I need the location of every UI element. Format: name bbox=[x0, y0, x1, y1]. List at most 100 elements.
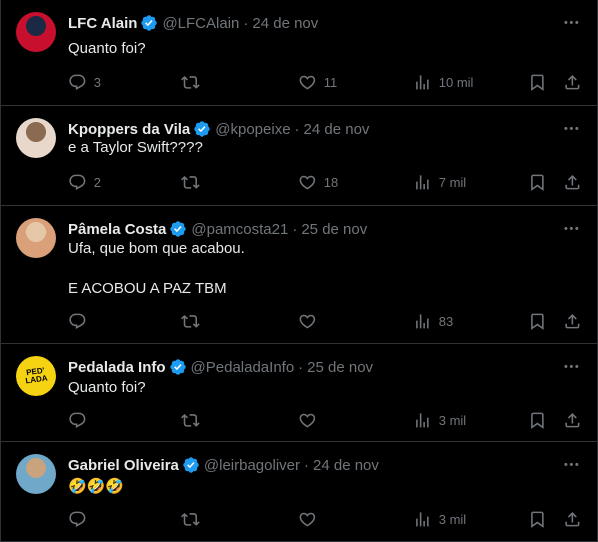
tweet-actions: 2 18 7 mil bbox=[1, 173, 597, 193]
display-name[interactable]: Kpoppers da Vila bbox=[68, 121, 190, 138]
tweet-actions: 3 mil bbox=[1, 411, 597, 431]
verified-badge-icon bbox=[183, 457, 199, 473]
user-handle[interactable]: @kpopeixe bbox=[215, 121, 290, 138]
verified-badge-icon bbox=[141, 15, 158, 31]
reply-icon bbox=[69, 74, 86, 90]
display-name[interactable]: Pedalada Info bbox=[68, 359, 166, 376]
bookmark-icon bbox=[531, 74, 544, 91]
share-button[interactable] bbox=[563, 173, 582, 192]
reply-button[interactable] bbox=[68, 411, 94, 430]
tweet-actions: 83 bbox=[1, 312, 597, 332]
views-icon bbox=[416, 512, 429, 527]
like-count: 11 bbox=[323, 74, 338, 90]
avatar[interactable] bbox=[16, 454, 56, 494]
tweet-text: Ufa, que bom que acabou. E ACOBOU A PAZ T… bbox=[68, 239, 245, 299]
retweet-button[interactable] bbox=[181, 173, 207, 192]
retweet-icon bbox=[181, 513, 200, 526]
reply-feed: LFC Alain @LFCAlain · 24 de nov Quanto foi? 3… bbox=[0, 0, 598, 542]
tweet-actions: 3 mil bbox=[1, 510, 597, 530]
more-options-button[interactable] bbox=[561, 356, 581, 376]
share-icon bbox=[565, 413, 580, 428]
user-handle[interactable]: @pamcosta21 bbox=[191, 221, 288, 238]
views-count: 3 mil bbox=[438, 511, 467, 527]
more-options-button[interactable] bbox=[561, 218, 581, 238]
avatar[interactable] bbox=[16, 118, 56, 158]
reply-button[interactable] bbox=[68, 312, 94, 331]
avatar[interactable] bbox=[16, 12, 56, 52]
share-icon bbox=[565, 512, 580, 527]
separator-dot: · bbox=[243, 14, 249, 32]
tweet-text-line bbox=[68, 259, 245, 279]
retweet-button[interactable] bbox=[181, 312, 207, 331]
reply-tweet[interactable]: Kpoppers da Vila @kpopeixe · 24 de nov e a T… bbox=[1, 106, 597, 206]
tweet-date[interactable]: 25 de nov bbox=[301, 221, 367, 238]
user-handle[interactable]: @leirbagoliver bbox=[204, 457, 300, 474]
tweet-header: Gabriel Oliveira @leirbagoliver · 24 de nov bbox=[68, 455, 379, 475]
views-button[interactable]: 3 mil bbox=[413, 411, 466, 430]
display-name[interactable]: LFC Alain bbox=[68, 15, 137, 32]
like-button[interactable] bbox=[298, 510, 324, 529]
tweet-date[interactable]: 24 de nov bbox=[304, 121, 370, 138]
tweet-header: LFC Alain @LFCAlain · 24 de nov bbox=[68, 13, 318, 33]
retweet-button[interactable] bbox=[181, 73, 207, 92]
reply-button[interactable] bbox=[68, 510, 94, 529]
reply-tweet[interactable]: Gabriel Oliveira @leirbagoliver · 24 de nov… bbox=[1, 442, 597, 542]
tweet-text: e a Taylor Swift???? bbox=[68, 138, 203, 158]
share-button[interactable] bbox=[563, 411, 582, 430]
like-button[interactable]: 18 bbox=[298, 173, 338, 192]
retweet-button[interactable] bbox=[181, 510, 207, 529]
display-name[interactable]: Gabriel Oliveira bbox=[68, 457, 179, 474]
avatar[interactable]: PED' LADA bbox=[16, 356, 56, 396]
user-handle[interactable]: @PedaladaInfo bbox=[191, 359, 295, 376]
tweet-text: 🤣🤣🤣 bbox=[68, 477, 124, 497]
like-button[interactable]: 11 bbox=[298, 73, 337, 92]
verified-badge-icon bbox=[194, 121, 210, 137]
reply-button[interactable]: 2 bbox=[68, 173, 101, 192]
avatar-logo-text: PED' LADA bbox=[16, 356, 56, 396]
tweet-header: Pâmela Costa @pamcosta21 · 25 de nov bbox=[68, 219, 367, 239]
share-icon bbox=[565, 175, 580, 190]
reply-tweet[interactable]: Pâmela Costa @pamcosta21 · 25 de nov Ufa, qu… bbox=[1, 206, 597, 344]
more-dots-icon bbox=[563, 462, 579, 466]
user-handle[interactable]: @LFCAlain bbox=[162, 15, 239, 32]
more-options-button[interactable] bbox=[561, 454, 581, 474]
share-button[interactable] bbox=[563, 73, 582, 92]
verified-badge-icon bbox=[169, 359, 186, 375]
tweet-date[interactable]: 24 de nov bbox=[313, 457, 379, 474]
views-button[interactable]: 83 bbox=[413, 312, 453, 331]
tweet-text-line: Quanto foi? bbox=[68, 40, 146, 57]
like-icon bbox=[299, 175, 316, 190]
more-options-button[interactable] bbox=[561, 12, 581, 32]
views-button[interactable]: 7 mil bbox=[413, 173, 466, 192]
like-icon bbox=[299, 314, 316, 329]
tweet-date[interactable]: 25 de nov bbox=[307, 359, 373, 376]
tweet-text-line: E ACOBOU A PAZ TBM bbox=[68, 280, 227, 297]
like-button[interactable] bbox=[298, 312, 324, 331]
retweet-icon bbox=[181, 176, 200, 189]
avatar[interactable] bbox=[16, 218, 56, 258]
tweet-date[interactable]: 24 de nov bbox=[252, 15, 318, 32]
more-options-button[interactable] bbox=[561, 118, 581, 138]
bookmark-button[interactable] bbox=[528, 411, 547, 430]
reply-icon bbox=[69, 313, 86, 329]
share-button[interactable] bbox=[563, 312, 582, 331]
bookmark-button[interactable] bbox=[528, 173, 547, 192]
bookmark-button[interactable] bbox=[528, 510, 547, 529]
reply-count: 2 bbox=[93, 174, 101, 190]
bookmark-button[interactable] bbox=[528, 312, 547, 331]
bookmark-icon bbox=[531, 511, 544, 528]
like-icon bbox=[299, 413, 316, 428]
reply-tweet[interactable]: LFC Alain @LFCAlain · 24 de nov Quanto foi? 3… bbox=[1, 0, 597, 106]
reply-button[interactable]: 3 bbox=[68, 73, 101, 92]
views-button[interactable]: 10 mil bbox=[413, 73, 473, 92]
reply-tweet[interactable]: PED' LADA Pedalada Info @PedaladaInfo · 25 d… bbox=[1, 344, 597, 442]
views-button[interactable]: 3 mil bbox=[413, 510, 466, 529]
tweet-text: Quanto foi? bbox=[68, 39, 146, 59]
display-name[interactable]: Pâmela Costa bbox=[68, 221, 166, 238]
tweet-text-line: Quanto foi? bbox=[68, 379, 146, 396]
like-button[interactable] bbox=[298, 411, 324, 430]
retweet-button[interactable] bbox=[181, 411, 207, 430]
share-button[interactable] bbox=[563, 510, 582, 529]
bookmark-button[interactable] bbox=[528, 73, 547, 92]
views-count: 83 bbox=[438, 313, 454, 329]
